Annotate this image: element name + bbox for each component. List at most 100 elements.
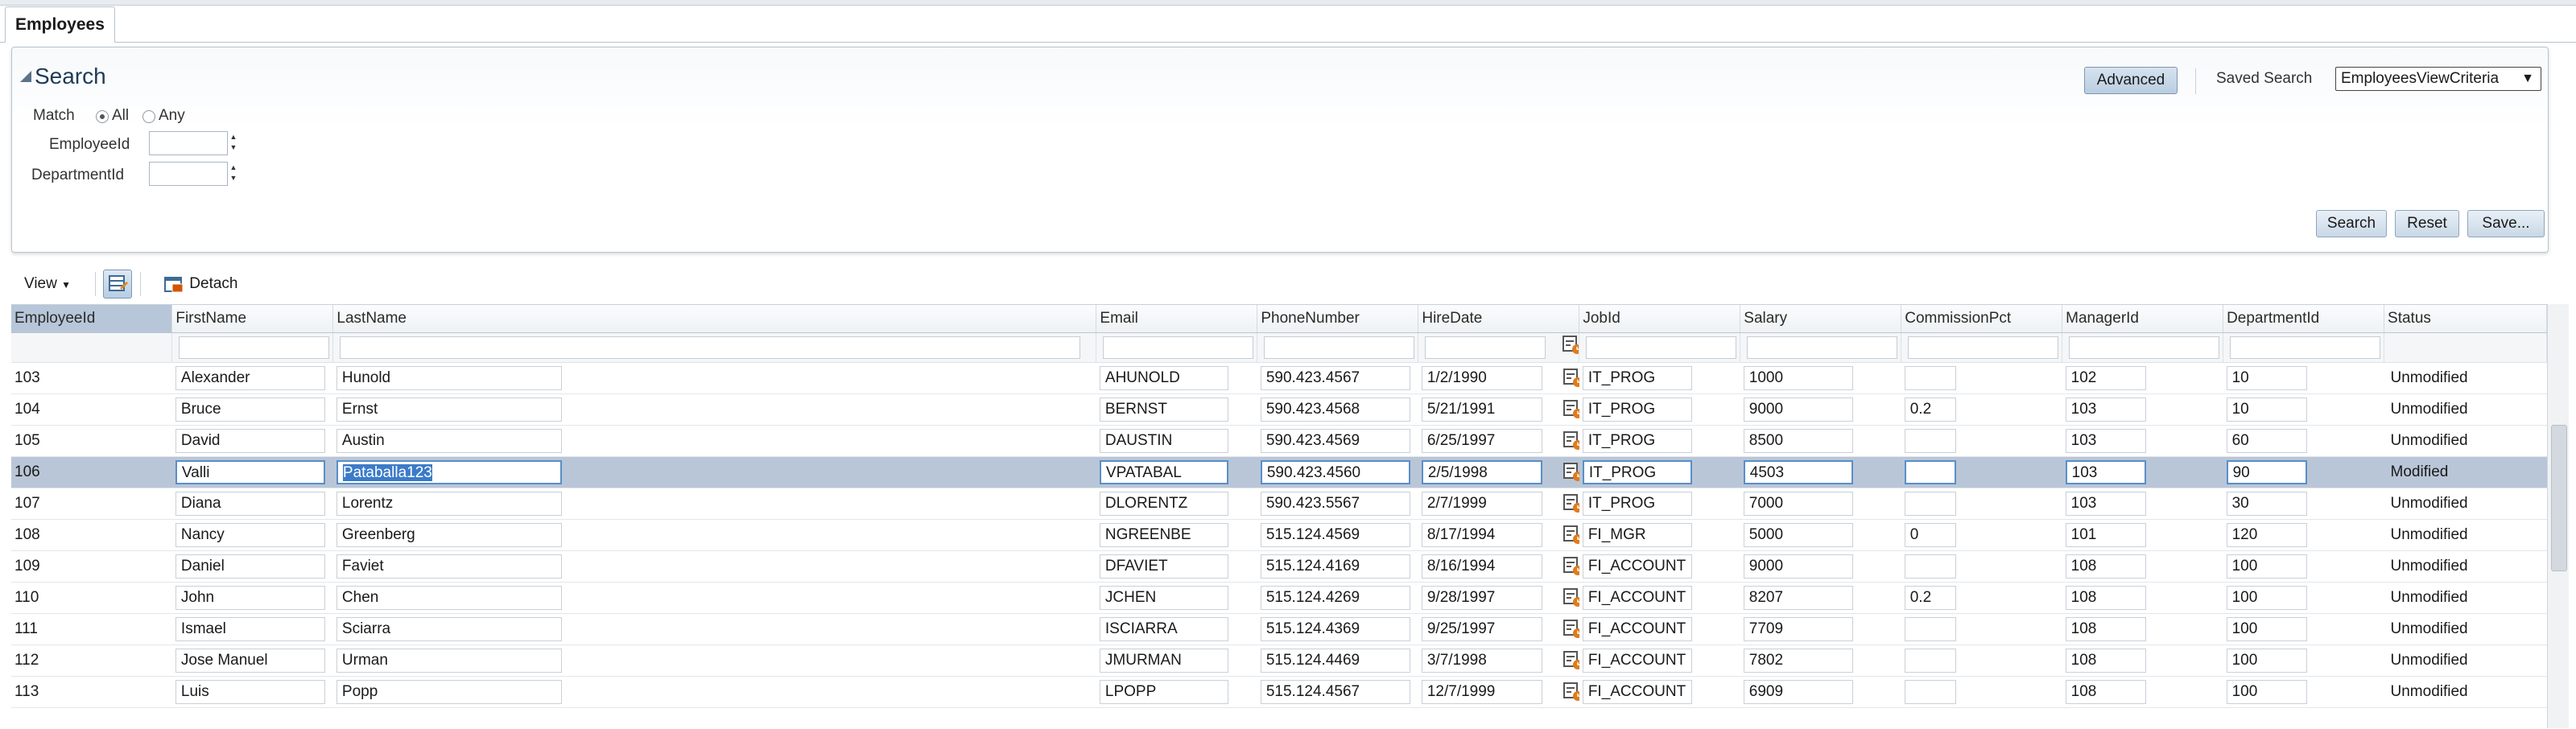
input-hiredate[interactable]: 5/21/1991	[1421, 397, 1542, 422]
spin-up-icon[interactable]: ▲	[229, 132, 238, 142]
input-salary[interactable]: 7709	[1743, 616, 1853, 641]
input-managerid[interactable]: 108	[2065, 616, 2146, 641]
table-row[interactable]: 112 Jose Manuel Urman JMURMAN 515.124.4469 3/…	[11, 645, 2547, 677]
input-lastname[interactable]: Pataballa123	[336, 459, 562, 484]
calendar-icon[interactable]	[1562, 397, 1579, 425]
input-hiredate[interactable]: 9/25/1997	[1421, 616, 1542, 641]
input-jobid[interactable]: IT_PROG	[1582, 459, 1692, 484]
input-salary[interactable]: 8500	[1743, 428, 1853, 453]
input-hiredate[interactable]: 6/25/1997	[1421, 428, 1542, 453]
column-header-phonenumber[interactable]: PhoneNumber	[1257, 305, 1419, 333]
input-departmentid[interactable]: 10	[2226, 365, 2307, 390]
calendar-icon[interactable]	[1562, 429, 1579, 456]
calendar-icon[interactable]	[1562, 554, 1579, 582]
input-phonenumber[interactable]: 515.124.4567	[1260, 679, 1410, 704]
calendar-icon[interactable]	[1561, 333, 1579, 360]
input-email[interactable]: DAUSTIN	[1099, 428, 1228, 453]
input-phonenumber[interactable]: 515.124.4269	[1260, 585, 1410, 610]
filter-input-salary[interactable]	[1747, 336, 1898, 359]
input-hiredate[interactable]: 1/2/1990	[1421, 365, 1542, 390]
table-row[interactable]: 103 Alexander Hunold AHUNOLD 590.423.4567 1/2…	[11, 362, 2547, 394]
input-jobid[interactable]: FI_ACCOUNT	[1582, 616, 1692, 641]
column-header-salary[interactable]: Salary	[1740, 305, 1902, 333]
input-lastname[interactable]: Greenberg	[336, 522, 562, 547]
input-email[interactable]: ISCIARRA	[1099, 616, 1228, 641]
input-phonenumber[interactable]: 515.124.4369	[1260, 616, 1410, 641]
table-row[interactable]: 110 John Chen JCHEN 515.124.4269 9/28/1997 FI_…	[11, 582, 2547, 614]
input-managerid[interactable]: 103	[2065, 491, 2146, 516]
input-departmentid[interactable]: 90	[2226, 459, 2307, 484]
input-departmentid[interactable]: 100	[2226, 648, 2307, 673]
input-commissionpct[interactable]: 0	[1904, 522, 1956, 547]
input-hiredate[interactable]: 8/17/1994	[1421, 522, 1542, 547]
input-lastname[interactable]: Lorentz	[336, 491, 562, 516]
input-salary[interactable]: 5000	[1743, 522, 1853, 547]
input-managerid[interactable]: 108	[2065, 554, 2146, 579]
input-firstname[interactable]: Diana	[175, 491, 325, 516]
input-managerid[interactable]: 102	[2065, 365, 2146, 390]
input-firstname[interactable]: Valli	[175, 459, 325, 484]
input-jobid[interactable]: FI_ACCOUNT	[1582, 585, 1692, 610]
input-salary[interactable]: 4503	[1743, 459, 1853, 484]
view-dropdown-icon[interactable]: ▼	[61, 279, 71, 290]
scrollbar-thumb[interactable]	[2551, 425, 2567, 571]
input-firstname[interactable]: Daniel	[175, 554, 325, 579]
input-hiredate[interactable]: 12/7/1999	[1421, 679, 1542, 704]
input-firstname[interactable]: Jose Manuel	[175, 648, 325, 673]
input-hiredate[interactable]: 2/7/1999	[1421, 491, 1542, 516]
input-lastname[interactable]: Chen	[336, 585, 562, 610]
input-departmentid[interactable]: 60	[2226, 428, 2307, 453]
input-jobid[interactable]: IT_PROG	[1582, 491, 1692, 516]
filter-input-jobid[interactable]	[1586, 336, 1737, 359]
input-commissionpct[interactable]	[1904, 616, 1956, 641]
input-hiredate[interactable]: 9/28/1997	[1421, 585, 1542, 610]
input-jobid[interactable]: FI_ACCOUNT	[1582, 679, 1692, 704]
vertical-scrollbar[interactable]	[2547, 304, 2569, 728]
table-row[interactable]: 107 Diana Lorentz DLORENTZ 590.423.5567 2/7/1…	[11, 488, 2547, 520]
input-jobid[interactable]: FI_ACCOUNT	[1582, 554, 1692, 579]
table-row[interactable]: 113 Luis Popp LPOPP 515.124.4567 12/7/1999 FI_…	[11, 676, 2547, 708]
column-header-departmentid[interactable]: DepartmentId	[2223, 305, 2385, 333]
input-jobid[interactable]: FI_ACCOUNT	[1582, 648, 1692, 673]
input-email[interactable]: DLORENTZ	[1099, 491, 1228, 516]
department-id-spinner[interactable]: ▲ ▼	[229, 163, 238, 187]
input-email[interactable]: JCHEN	[1099, 585, 1228, 610]
filter-input-managerid[interactable]	[2069, 336, 2220, 359]
reset-button[interactable]: Reset	[2395, 210, 2459, 237]
search-button[interactable]: Search	[2316, 210, 2387, 237]
input-phonenumber[interactable]: 515.124.4169	[1260, 554, 1410, 579]
table-row[interactable]: 111 Ismael Sciarra ISCIARRA 515.124.4369 9/25…	[11, 613, 2547, 645]
input-hiredate[interactable]: 2/5/1998	[1421, 459, 1542, 484]
input-commissionpct[interactable]	[1904, 491, 1956, 516]
input-commissionpct[interactable]	[1904, 554, 1956, 579]
department-id-input[interactable]: ▲ ▼	[149, 162, 237, 186]
input-phonenumber[interactable]: 590.423.4568	[1260, 397, 1410, 422]
input-commissionpct[interactable]	[1904, 428, 1956, 453]
spin-down-icon[interactable]: ▼	[229, 173, 238, 183]
table-row[interactable]: 109 Daniel Faviet DFAVIET 515.124.4169 8/16/1…	[11, 550, 2547, 583]
filter-input-email[interactable]	[1103, 336, 1254, 359]
table-row[interactable]: 108 Nancy Greenberg NGREENBE 515.124.4569 8/1…	[11, 519, 2547, 551]
input-managerid[interactable]: 103	[2065, 397, 2146, 422]
input-email[interactable]: DFAVIET	[1099, 554, 1228, 579]
calendar-icon[interactable]	[1562, 460, 1579, 488]
column-header-jobid[interactable]: JobId	[1579, 305, 1741, 333]
input-departmentid[interactable]: 100	[2226, 616, 2307, 641]
filter-input-lastname[interactable]	[340, 336, 1081, 359]
column-header-hiredate[interactable]: HireDate	[1418, 305, 1580, 333]
calendar-icon[interactable]	[1562, 366, 1579, 393]
input-firstname[interactable]: Alexander	[175, 365, 325, 390]
input-commissionpct[interactable]	[1904, 679, 1956, 704]
table-row[interactable]: 105 David Austin DAUSTIN 590.423.4569 6/25/19…	[11, 425, 2547, 457]
calendar-icon[interactable]	[1562, 523, 1579, 550]
select-dropdown-icon[interactable]: ▼	[2521, 68, 2534, 90]
input-managerid[interactable]: 103	[2065, 459, 2146, 484]
match-all-radio[interactable]	[96, 110, 109, 123]
input-hiredate[interactable]: 8/16/1994	[1421, 554, 1542, 579]
calendar-icon[interactable]	[1562, 680, 1579, 707]
input-email[interactable]: LPOPP	[1099, 679, 1228, 704]
input-email[interactable]: BERNST	[1099, 397, 1228, 422]
input-commissionpct[interactable]	[1904, 365, 1956, 390]
input-lastname[interactable]: Hunold	[336, 365, 562, 390]
input-salary[interactable]: 7000	[1743, 491, 1853, 516]
